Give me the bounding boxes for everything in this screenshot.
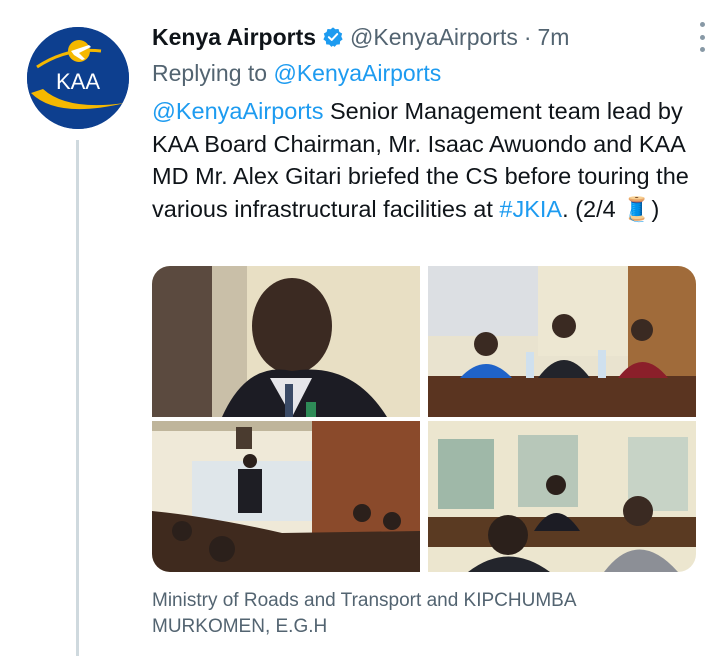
hashtag-link[interactable]: #JKIA xyxy=(499,196,562,222)
tweet-text: @KenyaAirports Senior Management team le… xyxy=(152,95,700,225)
more-options-icon[interactable] xyxy=(696,22,708,52)
author-handle[interactable]: @KenyaAirports xyxy=(350,24,518,51)
avatar-text: KAA xyxy=(56,69,100,94)
tweet-header: Kenya Airports @KenyaAirports · 7m xyxy=(152,20,700,54)
reply-mention-link[interactable]: @KenyaAirports xyxy=(273,60,441,86)
photo-1[interactable] xyxy=(152,266,420,417)
verified-badge-icon xyxy=(322,26,344,48)
tweet-mention-link[interactable]: @KenyaAirports xyxy=(152,98,323,124)
photo-4[interactable] xyxy=(428,421,696,572)
thread-emoji: 🧵 xyxy=(622,195,652,222)
photo-2[interactable] xyxy=(428,266,696,417)
tweet-content: Kenya Airports @KenyaAirports · 7m Reply… xyxy=(152,20,700,225)
photo-3[interactable] xyxy=(152,421,420,572)
avatar[interactable]: KAA xyxy=(27,27,129,129)
tweet-tail: . (2/4 xyxy=(562,195,623,222)
author-name[interactable]: Kenya Airports xyxy=(152,24,316,51)
kaa-logo: KAA xyxy=(27,27,129,129)
replying-prefix: Replying to xyxy=(152,60,274,86)
tweet-close: ) xyxy=(651,195,660,222)
thread-line xyxy=(76,140,79,656)
media-caption[interactable]: Ministry of Roads and Transport and KIPC… xyxy=(152,588,672,640)
separator-dot: · xyxy=(523,23,532,50)
replying-to: Replying to @KenyaAirports xyxy=(152,57,700,89)
timestamp[interactable]: 7m xyxy=(538,24,570,51)
media-grid xyxy=(152,266,696,572)
